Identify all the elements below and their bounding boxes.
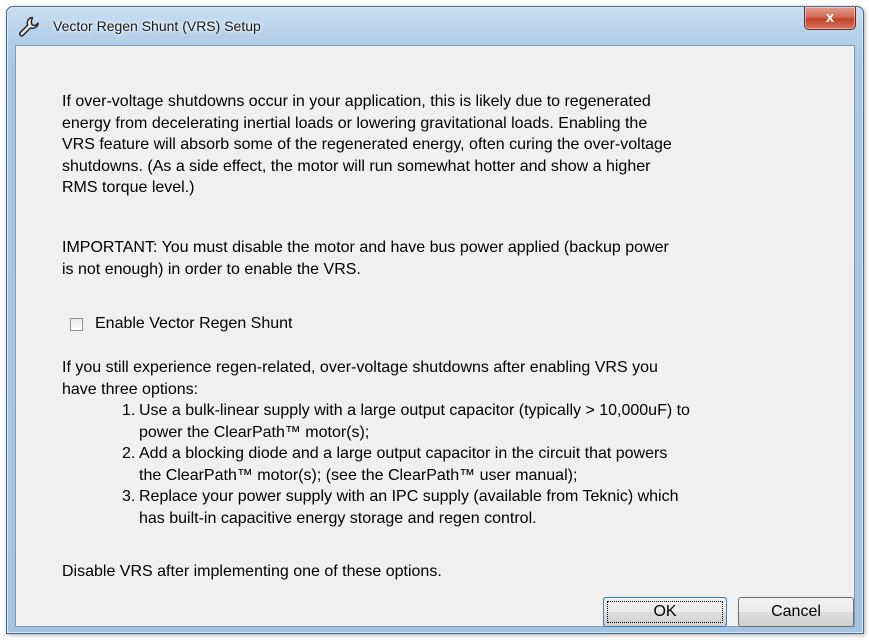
option-text: Use a bulk-linear supply with a large ou… xyxy=(139,402,690,419)
close-icon: x xyxy=(825,9,835,26)
wrench-icon xyxy=(17,15,41,39)
enable-vrs-checkbox-row[interactable]: Enable Vector Regen Shunt xyxy=(70,314,292,334)
option-text: has built-in capacitive energy storage a… xyxy=(139,509,537,527)
cancel-button-label: Cancel xyxy=(771,603,821,620)
closing-text: Disable VRS after implementing one of th… xyxy=(62,563,442,580)
important-line: IMPORTANT: You must disable the motor an… xyxy=(62,239,669,256)
description-paragraph: If over-voltage shutdowns occur in your … xyxy=(62,91,807,199)
dialog-client-area: If over-voltage shutdowns occur in your … xyxy=(15,45,855,627)
description-line: If over-voltage shutdowns occur in your … xyxy=(62,93,651,110)
option-number: 2. xyxy=(122,445,136,462)
option-text: Replace your power supply with an IPC su… xyxy=(139,488,679,505)
option-number: 1. xyxy=(122,402,136,419)
enable-vrs-label[interactable]: Enable Vector Regen Shunt xyxy=(95,315,292,333)
option-item: 3. Replace your power supply with an IPC… xyxy=(100,486,820,529)
title-bar[interactable]: Vector Regen Shunt (VRS) Setup x xyxy=(7,7,863,47)
option-text: Add a blocking diode and a large output … xyxy=(139,445,668,462)
options-list: 1. Use a bulk-linear supply with a large… xyxy=(100,400,820,529)
ok-button[interactable]: OK xyxy=(603,597,727,627)
important-paragraph: IMPORTANT: You must disable the motor an… xyxy=(62,237,807,280)
options-intro-line: have three options: xyxy=(62,380,199,398)
cancel-button[interactable]: Cancel xyxy=(738,597,854,627)
focus-ring xyxy=(607,601,723,623)
option-item: 1. Use a bulk-linear supply with a large… xyxy=(100,400,820,443)
option-text: power the ClearPath™ motor(s); xyxy=(139,423,370,441)
option-text: the ClearPath™ motor(s); (see the ClearP… xyxy=(139,466,578,484)
options-intro-line: If you still experience regen-related, o… xyxy=(62,359,658,376)
window-title: Vector Regen Shunt (VRS) Setup xyxy=(53,18,261,34)
description-line: VRS feature will absorb some of the rege… xyxy=(62,136,672,153)
description-line: shutdowns. (As a side effect, the motor … xyxy=(62,157,651,175)
dialog-window: Vector Regen Shunt (VRS) Setup x If over… xyxy=(6,6,864,634)
option-item: 2. Add a blocking diode and a large outp… xyxy=(100,443,820,486)
close-button[interactable]: x xyxy=(804,7,856,30)
important-line: is not enough) in order to enable the VR… xyxy=(62,260,361,278)
enable-vrs-checkbox[interactable] xyxy=(70,317,83,331)
options-intro-paragraph: If you still experience regen-related, o… xyxy=(62,357,807,400)
description-line: energy from decelerating inertial loads … xyxy=(62,114,648,132)
option-number: 3. xyxy=(122,488,136,505)
description-line: RMS torque level.) xyxy=(62,179,195,196)
